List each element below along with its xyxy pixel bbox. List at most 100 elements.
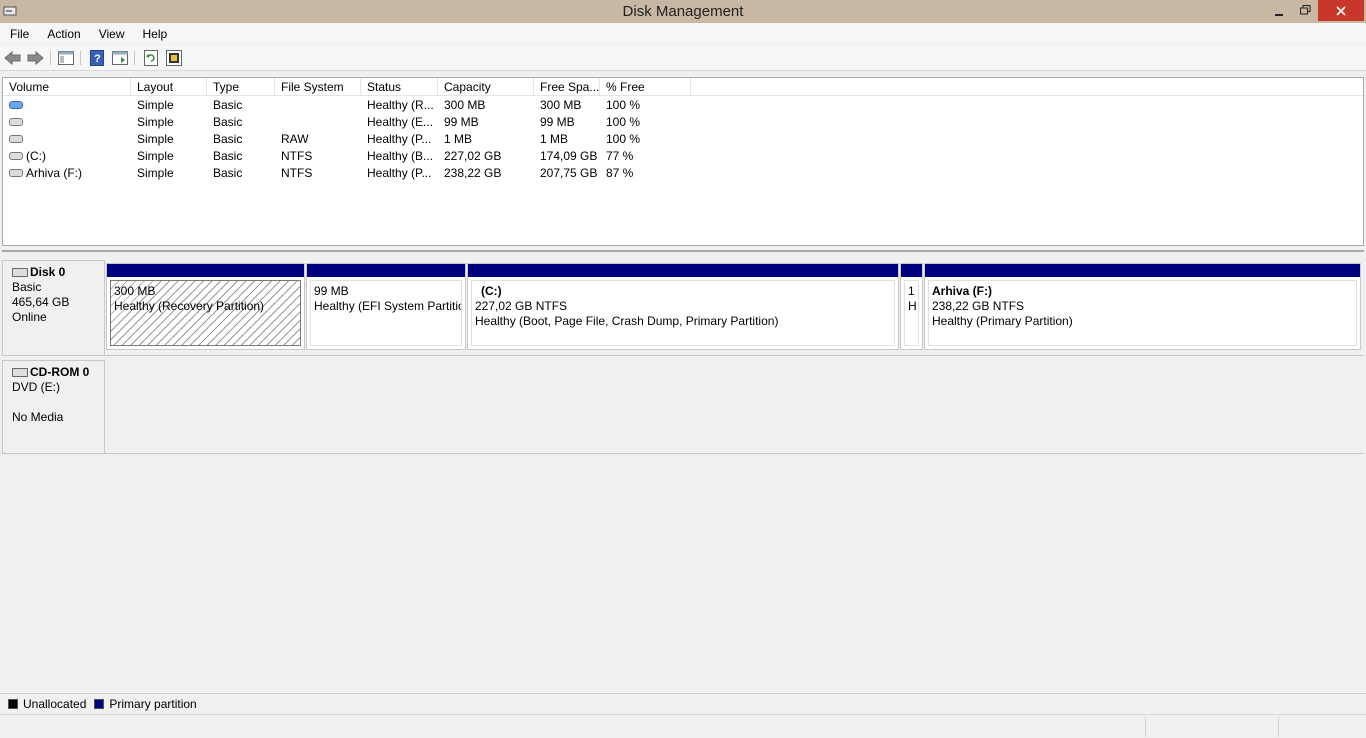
column-header-status[interactable]: Status	[361, 78, 438, 96]
volume-type: Basic	[213, 166, 243, 180]
disk-type: Basic	[12, 280, 42, 294]
volume-icon	[9, 117, 23, 126]
volume-row[interactable]: (C:) Simple Basic NTFS Healthy (B... 227…	[3, 148, 1363, 165]
refresh-button[interactable]	[141, 48, 161, 68]
help-icon: ?	[90, 50, 104, 66]
volume-free-space: 174,09 GB	[540, 149, 598, 163]
show-hide-tree-button[interactable]	[56, 48, 76, 68]
partition-status: Healthy (EFI System Partitio	[314, 299, 462, 313]
partition-status: Healthy (Boot, Page File, Crash Dump, Pr…	[475, 314, 779, 328]
partition-status: Healthy (Recovery Partition)	[114, 299, 265, 313]
volume-free-space: 99 MB	[540, 115, 575, 129]
volume-icon	[9, 151, 23, 160]
column-header-percent-free[interactable]: % Free	[600, 78, 691, 96]
volume-icon	[9, 134, 23, 143]
menu-view[interactable]: View	[91, 27, 133, 41]
disk-state: Online	[12, 310, 47, 324]
settings-button[interactable]	[164, 48, 184, 68]
column-header-file-system[interactable]: File System	[275, 78, 361, 96]
volume-icon	[9, 100, 23, 109]
partition-size: 99 MB	[314, 284, 349, 298]
column-header-volume[interactable]: Volume	[3, 78, 131, 96]
legend: Unallocated Primary partition	[0, 693, 1366, 713]
cdrom-type: DVD (E:)	[12, 380, 60, 394]
volume-percent-free: 100 %	[606, 98, 641, 112]
primary-partition-bar	[925, 264, 1360, 277]
menu-action[interactable]: Action	[39, 27, 88, 41]
volume-row[interactable]: Simple Basic Healthy (E... 99 MB 99 MB 1…	[3, 114, 1363, 131]
partition-title: Arhiva (F:)	[932, 284, 992, 298]
toolbar-separator	[80, 51, 81, 65]
partition-small[interactable]: 1 H	[900, 263, 923, 350]
volume-capacity: 300 MB	[444, 98, 486, 112]
minimize-button[interactable]	[1265, 0, 1293, 21]
volume-name: Arhiva (F:)	[26, 166, 83, 180]
volume-type: Basic	[213, 115, 243, 129]
toolbar-separator	[50, 51, 51, 65]
forward-icon	[27, 51, 44, 65]
restore-icon	[1299, 5, 1310, 15]
column-header-capacity[interactable]: Capacity	[438, 78, 534, 96]
primary-partition-bar	[107, 264, 304, 277]
menu-file[interactable]: File	[2, 27, 37, 41]
volume-row[interactable]: Simple Basic Healthy (R... 300 MB 300 MB…	[3, 97, 1363, 114]
volume-type: Basic	[213, 149, 243, 163]
restore-button[interactable]	[1293, 0, 1317, 21]
close-icon	[1336, 5, 1346, 16]
window-title: Disk Management	[622, 3, 744, 20]
disk-name: Disk 0	[30, 265, 66, 279]
status-bar	[0, 714, 1366, 738]
forward-button[interactable]	[25, 48, 45, 68]
disk-0-label[interactable]: Disk 0 Basic 465,64 GB Online	[2, 260, 105, 356]
primary-partition-bar	[468, 264, 898, 277]
volume-layout: Simple	[137, 115, 174, 129]
column-header-type[interactable]: Type	[207, 78, 275, 96]
volume-percent-free: 100 %	[606, 132, 641, 146]
partition-arhiva[interactable]: Arhiva (F:) 238,22 GB NTFS Healthy (Prim…	[924, 263, 1361, 350]
volume-file-system	[275, 114, 361, 131]
volume-free-space: 1 MB	[540, 132, 569, 146]
toolbar: ?	[0, 45, 1366, 71]
volume-status: Healthy (R...	[367, 98, 434, 112]
close-button[interactable]	[1318, 0, 1364, 21]
legend-swatch	[94, 698, 105, 709]
menu-bar: File Action View Help	[0, 23, 1366, 44]
partition-c[interactable]: (C:) 227,02 GB NTFS Healthy (Boot, Page …	[467, 263, 899, 350]
partition-efi[interactable]: 99 MB Healthy (EFI System Partitio	[306, 263, 466, 350]
legend-label: Primary partition	[109, 696, 197, 711]
volume-status: Healthy (P...	[367, 132, 432, 146]
minimize-icon	[1275, 13, 1283, 16]
column-header-layout[interactable]: Layout	[131, 78, 207, 96]
back-button[interactable]	[3, 48, 23, 68]
volume-type: Basic	[213, 132, 243, 146]
title-bar: Disk Management	[0, 0, 1366, 23]
partition-recovery[interactable]: 300 MB Healthy (Recovery Partition)	[106, 263, 305, 350]
primary-partition-bar	[307, 264, 465, 277]
partition-size: 227,02 GB NTFS	[475, 299, 568, 313]
volume-file-system: NTFS	[281, 149, 313, 163]
partition-size: 300 MB	[114, 284, 156, 298]
help-button[interactable]: ?	[87, 48, 107, 68]
menu-help[interactable]: Help	[135, 27, 176, 41]
column-header-free-space[interactable]: Free Spa...	[534, 78, 600, 96]
volume-percent-free: 87 %	[606, 166, 634, 180]
volume-status: Healthy (E...	[367, 115, 434, 129]
settings-icon	[166, 50, 182, 66]
legend-label: Unallocated	[23, 696, 87, 711]
volume-list: Volume Layout Type File System Status Ca…	[2, 77, 1364, 246]
volume-layout: Simple	[137, 149, 174, 163]
volume-row[interactable]: Arhiva (F:) Simple Basic NTFS Healthy (P…	[3, 165, 1363, 182]
volume-free-space: 207,75 GB	[540, 166, 598, 180]
volume-layout: Simple	[137, 132, 174, 146]
properties-icon	[112, 51, 128, 65]
volume-layout: Simple	[137, 98, 174, 112]
properties-button[interactable]	[110, 48, 130, 68]
volume-row[interactable]: Simple Basic RAW Healthy (P... 1 MB 1 MB…	[3, 131, 1363, 148]
status-bar-divider	[1145, 717, 1146, 737]
volume-file-system: RAW	[281, 132, 309, 146]
legend-swatch	[8, 698, 18, 709]
cdrom-name: CD-ROM 0	[30, 365, 90, 379]
disk-size: 465,64 GB	[12, 295, 70, 309]
cdrom-0-label[interactable]: CD-ROM 0 DVD (E:) No Media	[2, 360, 105, 454]
volume-layout: Simple	[137, 166, 174, 180]
